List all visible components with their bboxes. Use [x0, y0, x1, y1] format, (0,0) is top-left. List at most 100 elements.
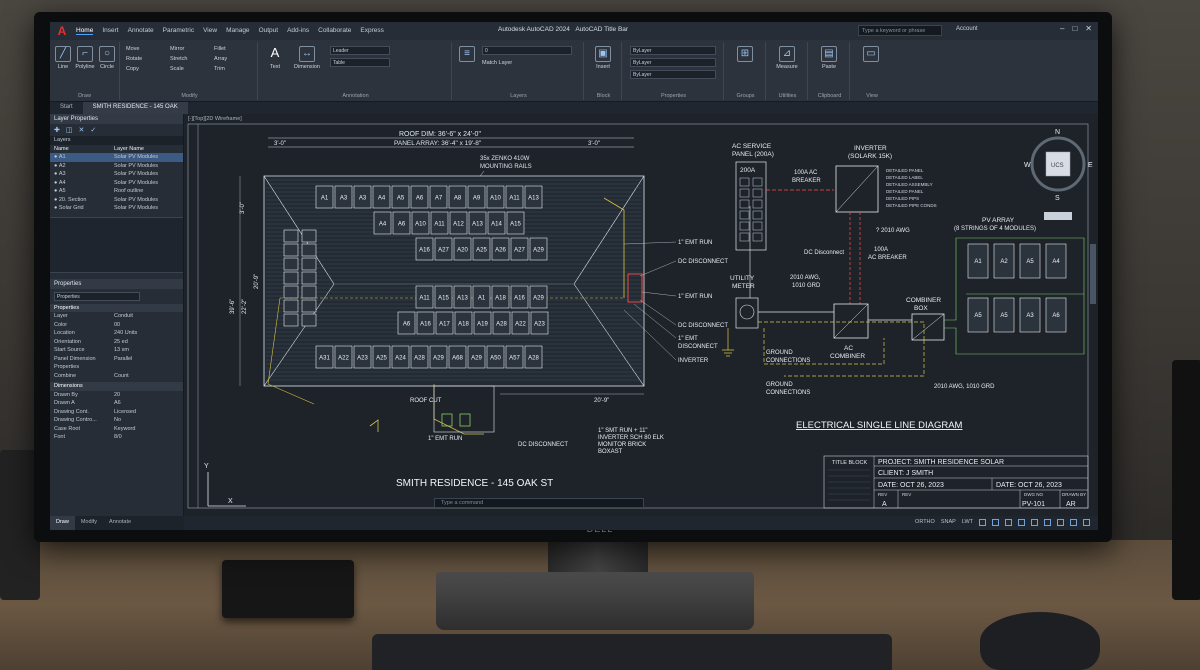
layer-properties-button[interactable]: ≡: [456, 46, 478, 64]
pv-module[interactable]: [301, 271, 317, 285]
status-snap[interactable]: SNAP: [941, 519, 956, 526]
dimension-button[interactable]: ↔ Dimension: [290, 46, 324, 70]
tab-collaborate[interactable]: Collaborate: [318, 27, 351, 35]
layer-row[interactable]: ● A3 Solar PV Modules: [50, 170, 183, 179]
user-account[interactable]: Account: [956, 26, 978, 32]
stretch-button[interactable]: Stretch: [170, 56, 187, 62]
pv-module[interactable]: [301, 257, 317, 271]
status-lwt[interactable]: LWT: [962, 519, 973, 526]
property-row[interactable]: Drawn By 20: [50, 391, 183, 400]
property-row[interactable]: Orientation 25 ed: [50, 338, 183, 347]
new-layer-icon[interactable]: ✚: [54, 126, 60, 134]
fillet-button[interactable]: Fillet: [214, 46, 226, 52]
array-button[interactable]: Array: [214, 56, 227, 62]
view-button[interactable]: ▭: [860, 46, 882, 64]
doc-tab-start[interactable]: Start: [50, 102, 83, 114]
scale-button[interactable]: Scale: [170, 66, 184, 72]
pv-module[interactable]: [283, 271, 299, 285]
move-button[interactable]: Move: [126, 46, 139, 52]
pv-module[interactable]: [283, 257, 299, 271]
viewcube[interactable]: UCS N S E W: [1024, 129, 1093, 202]
pv-module[interactable]: [283, 285, 299, 299]
tab-manage[interactable]: Manage: [226, 27, 250, 35]
dim-style-combo[interactable]: Table: [330, 58, 390, 67]
tab-view[interactable]: View: [203, 27, 217, 35]
trim-button[interactable]: Trim: [214, 66, 225, 72]
minimize-icon[interactable]: –: [1060, 24, 1064, 33]
status-ortho[interactable]: ORTHO: [915, 519, 935, 526]
layer-row[interactable]: ● 20. Section Solar PV Modules: [50, 196, 183, 205]
pv-module[interactable]: [301, 313, 317, 327]
paste-button[interactable]: ▤ Paste: [818, 46, 840, 70]
drawing-canvas[interactable]: ROOF DIM: 36'-6" x 24'-0" PANEL ARRAY: 3…: [184, 114, 1098, 516]
pv-module[interactable]: [301, 299, 317, 313]
pv-module[interactable]: [283, 313, 299, 327]
match-layer-button[interactable]: Match Layer: [482, 60, 512, 66]
tab-express[interactable]: Express: [360, 27, 383, 35]
group-button[interactable]: ⊞: [734, 46, 756, 64]
mirror-button[interactable]: Mirror: [170, 46, 184, 52]
lineweight-combo[interactable]: ByLayer: [630, 70, 716, 79]
tab-addins[interactable]: Add-ins: [287, 27, 309, 35]
property-row[interactable]: Font 8/0: [50, 433, 183, 442]
layer-combo[interactable]: 0: [482, 46, 572, 55]
property-row[interactable]: Properties: [50, 363, 183, 372]
palette-tab-annotate[interactable]: Annotate: [103, 516, 137, 530]
layer-row[interactable]: ● Solar Grid Solar PV Modules: [50, 204, 183, 213]
property-row[interactable]: Case Root Keyword: [50, 425, 183, 434]
palette-tab-modify[interactable]: Modify: [75, 516, 103, 530]
property-row[interactable]: Color 00: [50, 321, 183, 330]
pv-module[interactable]: [283, 243, 299, 257]
workspace-icon[interactable]: [1057, 519, 1064, 526]
grid-toggle-icon[interactable]: [979, 519, 986, 526]
viewport-controls[interactable]: [-][Top][2D Wireframe]: [188, 116, 242, 122]
tab-home[interactable]: Home: [76, 27, 94, 35]
command-line-input[interactable]: Type a command: [434, 498, 644, 508]
osnap-toggle-icon[interactable]: [1005, 519, 1012, 526]
customize-icon[interactable]: [1083, 519, 1090, 526]
annotation-scale-icon[interactable]: [1044, 519, 1051, 526]
polyline-button[interactable]: ⌐ Polyline: [74, 46, 96, 70]
color-combo[interactable]: ByLayer: [630, 46, 716, 55]
properties-section-header[interactable]: Properties: [50, 303, 183, 312]
pv-module[interactable]: [301, 285, 317, 299]
property-row[interactable]: Panel Dimension Parallel: [50, 355, 183, 364]
doc-tab-smith-residence[interactable]: SMITH RESIDENCE - 145 OAK: [82, 102, 188, 114]
property-row[interactable]: Drawing Cont. Licensed: [50, 408, 183, 417]
maximize-icon[interactable]: □: [1072, 24, 1077, 33]
pv-module[interactable]: [283, 299, 299, 313]
autocad-logo-icon[interactable]: A: [54, 23, 70, 39]
tab-insert[interactable]: Insert: [102, 27, 118, 35]
line-button[interactable]: ╱ Line: [52, 46, 74, 70]
measure-button[interactable]: ⊿ Measure: [776, 46, 798, 70]
layer-row[interactable]: ● A2 Solar PV Modules: [50, 162, 183, 171]
property-row[interactable]: Layer Conduit: [50, 312, 183, 321]
isolate-icon[interactable]: [1070, 519, 1077, 526]
tab-annotate[interactable]: Annotate: [128, 27, 154, 35]
tab-parametric[interactable]: Parametric: [163, 27, 194, 35]
linetype-combo[interactable]: ByLayer: [630, 58, 716, 67]
delete-layer-icon[interactable]: ✕: [79, 126, 85, 134]
insert-button[interactable]: ▣ Insert: [592, 46, 614, 70]
layer-filter[interactable]: Layers: [50, 136, 183, 145]
text-style-combo[interactable]: Leader: [330, 46, 390, 55]
layer-row[interactable]: ● A4 Solar PV Modules: [50, 179, 183, 188]
dimensions-section-header[interactable]: Dimensions: [50, 382, 183, 391]
tab-output[interactable]: Output: [259, 27, 279, 35]
dynamic-input-icon[interactable]: [1031, 519, 1038, 526]
rotate-button[interactable]: Rotate: [126, 56, 142, 62]
otrack-toggle-icon[interactable]: [1018, 519, 1025, 526]
property-row[interactable]: Combine Count: [50, 372, 183, 381]
close-icon[interactable]: ✕: [1085, 24, 1092, 33]
set-current-icon[interactable]: ✓: [90, 126, 96, 134]
layer-row[interactable]: ● A5 Roof outline: [50, 187, 183, 196]
layer-row[interactable]: ● A1 Solar PV Modules: [50, 153, 183, 162]
pv-module[interactable]: [301, 229, 317, 243]
palette-tab-draw[interactable]: Draw: [50, 516, 75, 530]
property-row[interactable]: Drawing Contro... No: [50, 416, 183, 425]
search-input[interactable]: Type a keyword or phrase: [858, 25, 942, 36]
properties-selector[interactable]: Properties: [54, 291, 140, 301]
pv-module[interactable]: [301, 243, 317, 257]
property-row[interactable]: Drawn A A6: [50, 399, 183, 408]
polar-toggle-icon[interactable]: [992, 519, 999, 526]
